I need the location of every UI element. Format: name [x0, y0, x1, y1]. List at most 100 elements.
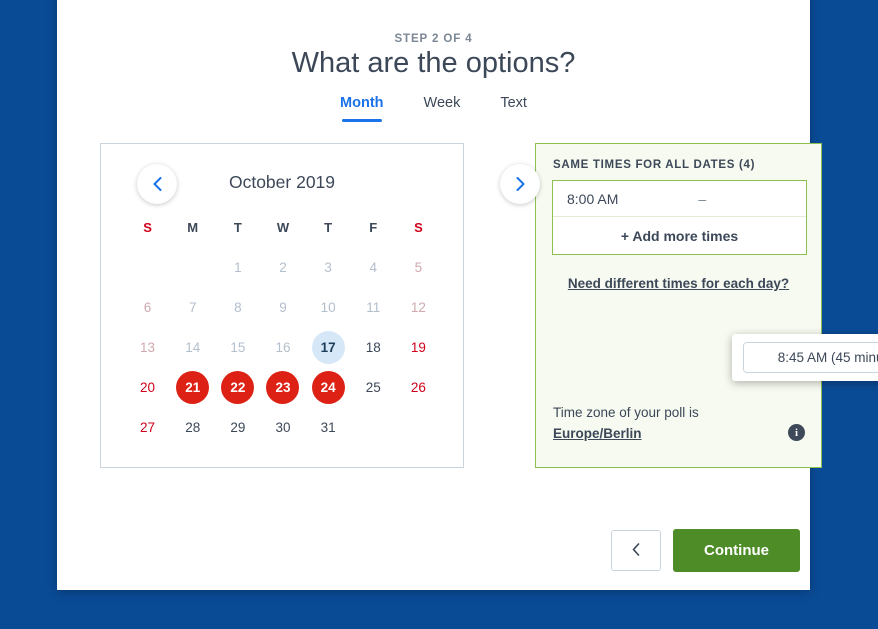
calendar-day-6[interactable]: 6: [125, 290, 170, 324]
day-header-thu: T: [324, 219, 333, 235]
calendar-day-label: 12: [410, 299, 426, 315]
calendar-day-19[interactable]: 19: [396, 330, 441, 364]
calendar-next-button[interactable]: [500, 164, 540, 204]
calendar-day-label: 29: [230, 419, 246, 435]
calendar-day-label: 5: [414, 259, 423, 275]
calendar-day-label: 13: [140, 339, 156, 355]
calendar-day-5[interactable]: 5: [396, 250, 441, 284]
calendar-day-label: 27: [140, 419, 156, 435]
wizard-card: STEP 2 OF 4 What are the options? Month …: [57, 0, 878, 590]
calendar-day-empty: [170, 250, 215, 284]
calendar-day-label: 18: [365, 339, 381, 355]
calendar-day-28[interactable]: 28: [170, 410, 215, 444]
end-time-input[interactable]: [744, 343, 878, 372]
start-time-value[interactable]: 8:00 AM: [567, 191, 618, 207]
page-title: What are the options?: [291, 47, 576, 79]
chevron-right-icon: [516, 177, 525, 191]
calendar-day-label: 6: [143, 299, 152, 315]
wizard-footer: Continue: [611, 529, 800, 572]
timezone-value-link[interactable]: Europe/Berlin: [553, 423, 699, 444]
calendar-day-label: 22: [221, 370, 255, 404]
calendar-day-11[interactable]: 11: [351, 290, 396, 324]
calendar-day-12[interactable]: 12: [396, 290, 441, 324]
time-row[interactable]: 8:00 AM –: [553, 181, 806, 217]
chevron-left-icon: [153, 177, 162, 191]
calendar-day-1[interactable]: 1: [215, 250, 260, 284]
step-indicator: STEP 2 OF 4: [394, 33, 473, 45]
calendar-day-label: 23: [266, 370, 300, 404]
calendar-day-22[interactable]: 22: [215, 370, 260, 404]
options-content: October 2019 S M T W T F S 1 2 3 4 5 6 7 8 9 10 11…: [100, 143, 878, 473]
calendar-day-label: 16: [275, 339, 291, 355]
day-header-mon: M: [187, 219, 199, 235]
calendar-day-label: 1: [234, 259, 242, 275]
calendar-day-label: 11: [366, 299, 381, 315]
view-tabs: Month Week Text: [57, 90, 810, 122]
times-box: 8:00 AM – + Add more times: [552, 180, 807, 255]
times-panel: SAME TIMES FOR ALL DATES (4) 8:00 AM – +…: [535, 143, 822, 468]
chevron-left-icon: [632, 542, 640, 559]
calendar-day-7[interactable]: 7: [170, 290, 215, 324]
timezone-block: Time zone of your poll is Europe/Berlin: [553, 402, 699, 444]
calendar-day-label: 3: [324, 259, 332, 275]
day-header-sun: S: [143, 219, 152, 235]
calendar-day-25[interactable]: 25: [351, 370, 396, 404]
tab-text[interactable]: Text: [498, 90, 529, 122]
calendar-day-17[interactable]: 17: [306, 330, 351, 364]
calendar-day-16[interactable]: 16: [260, 330, 305, 364]
end-time-input-group: Done: [743, 342, 878, 373]
calendar-day-31[interactable]: 31: [306, 410, 351, 444]
back-button[interactable]: [611, 530, 661, 571]
calendar-day-21[interactable]: 21: [170, 370, 215, 404]
day-header-tue: T: [233, 219, 242, 235]
calendar-day-label: 26: [410, 379, 426, 395]
calendar-day-label: 28: [185, 419, 201, 435]
calendar-day-label: [131, 251, 164, 284]
calendar-day-9[interactable]: 9: [260, 290, 305, 324]
day-header-sat: S: [414, 219, 423, 235]
calendar-day-label: 30: [275, 419, 291, 435]
calendar-day-29[interactable]: 29: [215, 410, 260, 444]
calendar-day-30[interactable]: 30: [260, 410, 305, 444]
timezone-prefix: Time zone of your poll is: [553, 405, 699, 420]
continue-button[interactable]: Continue: [673, 529, 800, 572]
calendar-day-empty: [396, 410, 441, 444]
calendar-day-2[interactable]: 2: [260, 250, 305, 284]
calendar-day-empty: [125, 250, 170, 284]
calendar-day-18[interactable]: 18: [351, 330, 396, 364]
calendar-day-8[interactable]: 8: [215, 290, 260, 324]
calendar-day-27[interactable]: 27: [125, 410, 170, 444]
calendar-day-label: [176, 251, 209, 284]
calendar-day-empty: [351, 410, 396, 444]
calendar-grid: S M T W T F S 1 2 3 4 5 6 7 8 9 10 11 12 13 14 15 16 17 1…: [125, 210, 441, 444]
calendar-day-label: 17: [311, 330, 345, 364]
calendar-day-26[interactable]: 26: [396, 370, 441, 404]
calendar-day-label: 24: [311, 370, 345, 404]
calendar-day-24[interactable]: 24: [306, 370, 351, 404]
calendar-day-label: 31: [320, 419, 336, 435]
end-time-popup: Done: [732, 334, 878, 381]
info-icon[interactable]: i: [788, 424, 805, 441]
tab-month[interactable]: Month: [338, 90, 385, 122]
calendar-day-23[interactable]: 23: [260, 370, 305, 404]
need-different-times-link[interactable]: Need different times for each day?: [536, 276, 821, 291]
calendar-day-14[interactable]: 14: [170, 330, 215, 364]
calendar-day-label: 2: [279, 259, 287, 275]
time-range-dash: –: [698, 190, 707, 207]
calendar-day-4[interactable]: 4: [351, 250, 396, 284]
calendar-day-10[interactable]: 10: [306, 290, 351, 324]
add-more-times-button[interactable]: + Add more times: [553, 217, 806, 254]
calendar-day-20[interactable]: 20: [125, 370, 170, 404]
times-panel-heading: SAME TIMES FOR ALL DATES (4): [553, 159, 756, 171]
calendar-day-label: 4: [369, 259, 378, 275]
calendar-day-15[interactable]: 15: [215, 330, 260, 364]
calendar-day-label: [357, 411, 390, 444]
calendar-day-label: 19: [410, 339, 426, 355]
calendar-day-3[interactable]: 3: [306, 250, 351, 284]
calendar-prev-button[interactable]: [137, 164, 177, 204]
calendar-day-13[interactable]: 13: [125, 330, 170, 364]
calendar-day-label: 15: [230, 339, 246, 355]
day-header-wed: W: [276, 219, 290, 235]
tab-week[interactable]: Week: [422, 90, 463, 122]
calendar-day-label: [402, 411, 435, 444]
